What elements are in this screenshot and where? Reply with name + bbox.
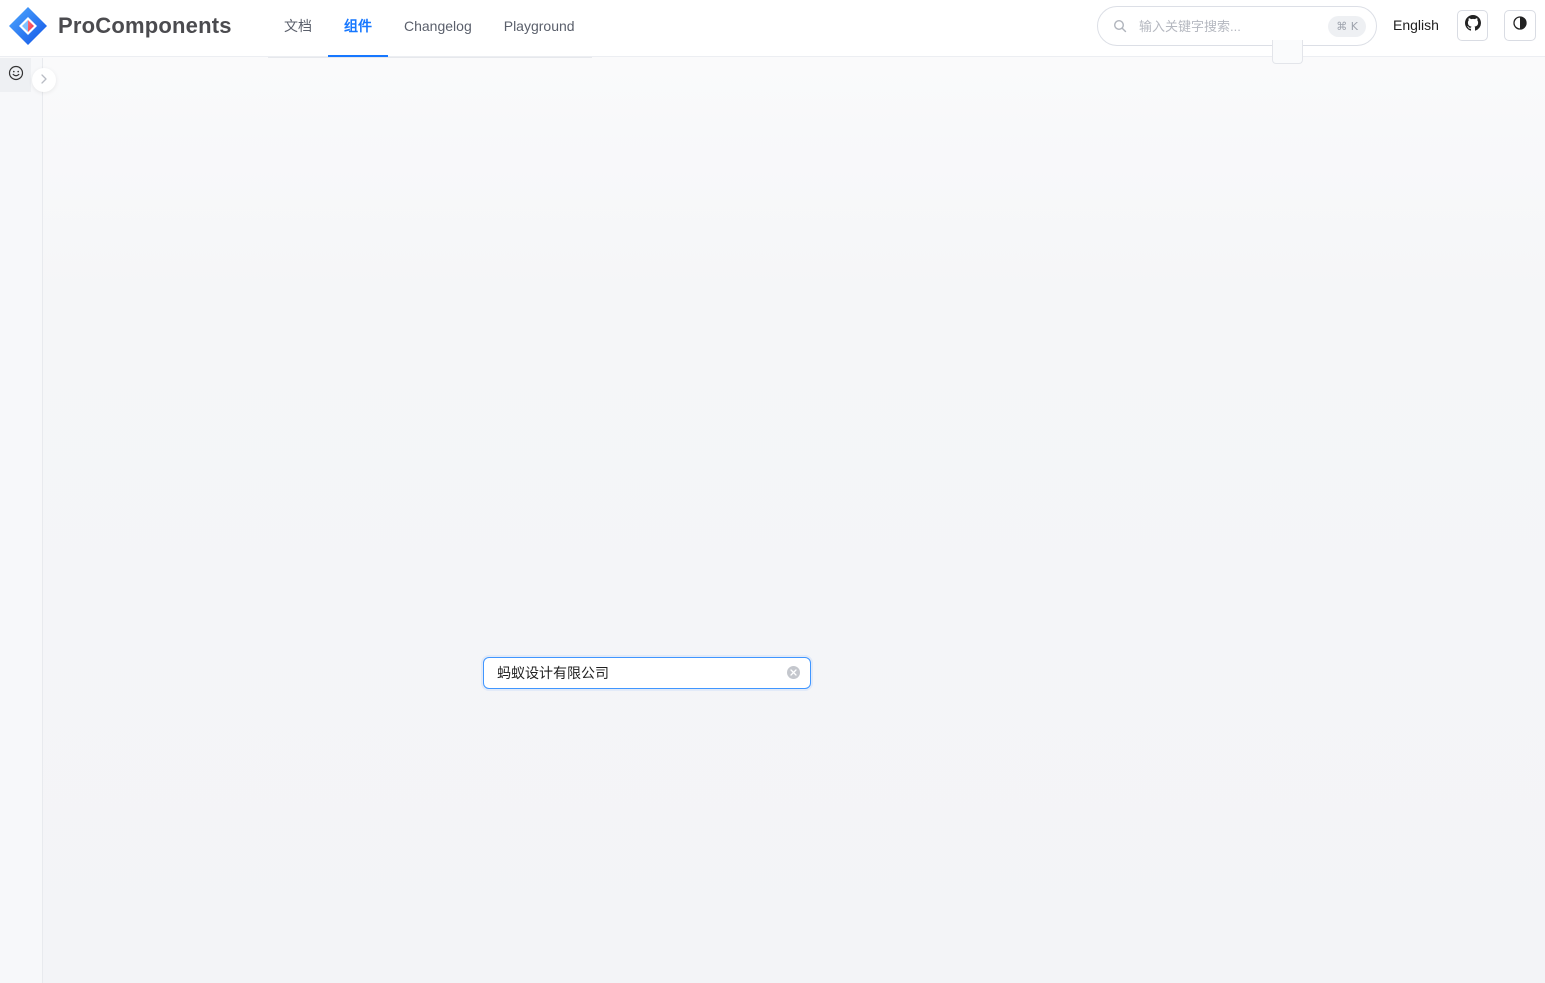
smile-icon [8,65,24,86]
search-shortcut-badge: ⌘ K [1328,16,1366,37]
language-switch[interactable]: English [1393,17,1439,33]
page: ProComponents 文档 组件 Changelog Playground… [0,0,1545,983]
brand-name: ProComponents [58,13,232,38]
site-search[interactable]: ⌘ K [1097,6,1377,46]
left-sidebar-rail [0,58,43,983]
nav-divider [268,57,592,58]
nav-item-docs[interactable]: 文档 [268,0,328,52]
brand-logo[interactable]: ProComponents [8,7,232,45]
search-input[interactable] [1137,17,1321,35]
nav-item-components[interactable]: 组件 [328,0,388,57]
top-header: ProComponents 文档 组件 Changelog Playground… [0,0,1545,57]
sidebar-expand-button[interactable] [32,68,56,92]
github-icon [1464,15,1481,36]
logo-diamond-icon [8,6,48,46]
floating-tab-handle[interactable] [1272,40,1303,64]
chevron-right-icon [40,73,48,87]
company-name-input[interactable] [495,664,779,682]
search-icon [1113,19,1127,33]
clear-circle-icon[interactable] [787,666,800,679]
nav-item-playground[interactable]: Playground [488,0,591,52]
smile-feedback-button[interactable] [0,58,31,92]
theme-toggle-button[interactable] [1504,10,1536,41]
theme-toggle-icon [1513,16,1527,35]
main-nav: 文档 组件 Changelog Playground [268,0,591,57]
company-name-field[interactable] [483,657,811,689]
github-button[interactable] [1457,10,1488,41]
nav-item-changelog[interactable]: Changelog [388,0,488,52]
